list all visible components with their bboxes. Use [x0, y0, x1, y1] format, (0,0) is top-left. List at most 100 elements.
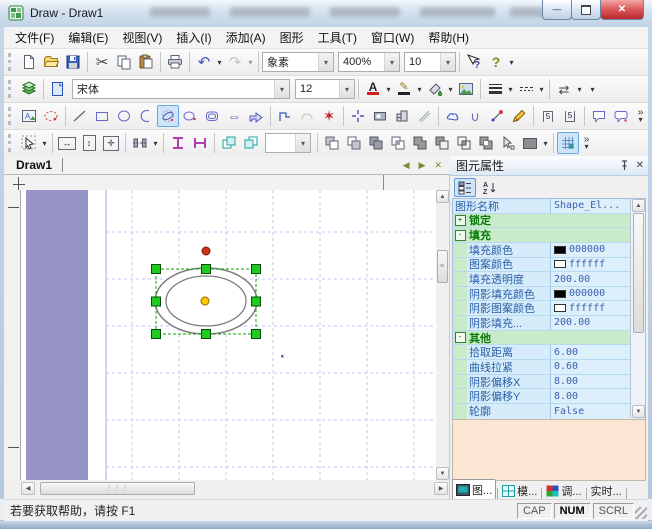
property-row-fill-color[interactable]: 填充颜色 000000: [453, 243, 645, 258]
minimize-button[interactable]: —: [542, 0, 572, 20]
same-width-button[interactable]: ↔: [56, 132, 78, 154]
cut-button[interactable]: ✂: [91, 51, 113, 73]
line-width-button[interactable]: [484, 78, 506, 100]
copy-button[interactable]: [113, 51, 135, 73]
freeform-tool-button[interactable]: [442, 105, 464, 127]
categorized-view-button[interactable]: [454, 178, 476, 197]
texture-button[interactable]: [455, 78, 477, 100]
fill-mode-dropdown[interactable]: ▾: [541, 139, 550, 148]
dimension-h-button[interactable]: 5: [537, 105, 559, 127]
category-row-lock[interactable]: + 锁定: [453, 214, 645, 229]
resize-grip[interactable]: [635, 507, 647, 519]
rounded-callout-tool-button[interactable]: [610, 105, 632, 127]
shape-combobox[interactable]: ▾: [265, 133, 311, 153]
menu-window[interactable]: 窗口(W): [364, 27, 421, 48]
redo-dropdown[interactable]: ▾: [246, 58, 255, 67]
chevron-down-icon[interactable]: ▾: [274, 80, 289, 98]
font-color-dropdown[interactable]: ▾: [384, 85, 393, 94]
category-row-other[interactable]: - 其他: [453, 331, 645, 346]
panel-close-icon[interactable]: ✕: [636, 160, 644, 171]
scroll-left-button[interactable]: ◀: [21, 482, 35, 495]
ucurve-tool-button[interactable]: ∪: [464, 105, 486, 127]
double-arrow-tool-button[interactable]: ⇔: [223, 105, 245, 127]
menu-view[interactable]: 视图(V): [115, 27, 169, 48]
gridsize-combobox[interactable]: 10 ▾: [404, 52, 456, 72]
fill-color-dropdown[interactable]: ▾: [446, 85, 455, 94]
select-tool-button[interactable]: [18, 132, 40, 154]
red-ellipse-tool-button[interactable]: [40, 105, 62, 127]
select-dropdown[interactable]: ▾: [40, 139, 49, 148]
ellipse-tool-button[interactable]: [113, 105, 135, 127]
close-tab-icon[interactable]: ✕: [434, 160, 442, 171]
layers-button[interactable]: [18, 78, 40, 100]
help-button[interactable]: ?: [485, 51, 507, 73]
expand-toggle[interactable]: -: [455, 230, 466, 241]
scroll-right-button[interactable]: ▶: [434, 482, 448, 495]
grid-scroll-down-button[interactable]: ▼: [632, 405, 645, 418]
panel-header[interactable]: 图元属性 ✕: [450, 156, 648, 176]
font-size-combobox[interactable]: 12 ▾: [295, 79, 355, 99]
undo-dropdown[interactable]: ▾: [215, 58, 224, 67]
subtract-button[interactable]: [431, 132, 453, 154]
same-height-button[interactable]: ↕: [78, 132, 100, 154]
arrow-style-dropdown[interactable]: ▾: [575, 85, 584, 94]
bent-arrow-tool-button[interactable]: [245, 105, 267, 127]
tab-model[interactable]: 模...: [499, 482, 540, 500]
menu-add[interactable]: 添加(A): [219, 27, 273, 48]
node-edit-button[interactable]: [497, 132, 519, 154]
star-tool-button[interactable]: ✶: [318, 105, 340, 127]
chevron-down-icon[interactable]: ▾: [384, 53, 399, 71]
distribute-dropdown[interactable]: ▾: [151, 139, 160, 148]
grid-toggle-button[interactable]: [557, 132, 579, 154]
property-row-shape-name[interactable]: 图形名称 Shape_El...: [453, 199, 645, 214]
toolbar-overflow[interactable]: » ▾: [636, 109, 645, 123]
scroll-up-button[interactable]: ▲: [436, 190, 449, 203]
rotation-handle[interactable]: [202, 247, 210, 255]
unit-combobox[interactable]: 象素 ▾: [262, 52, 334, 72]
property-row-shadow-fill-color[interactable]: 阴影填充颜色 000000: [453, 287, 645, 302]
drawing-canvas[interactable]: [21, 190, 436, 480]
chevron-down-icon[interactable]: ▾: [440, 53, 455, 71]
picture-tool-button[interactable]: A: [18, 105, 40, 127]
center-handle[interactable]: [201, 297, 209, 305]
chevron-down-icon[interactable]: ▾: [339, 80, 354, 98]
dash-style-button[interactable]: [515, 78, 537, 100]
property-row-shadow-fill-opacity[interactable]: 阴影填充... 200.00: [453, 316, 645, 331]
grid-scroll-thumb[interactable]: [633, 213, 644, 333]
vscroll-thumb[interactable]: ≡: [437, 250, 448, 283]
property-row-pick-distance[interactable]: 拾取距离 6.00: [453, 345, 645, 360]
filled-rect-button[interactable]: [369, 105, 391, 127]
ungroup-button[interactable]: [343, 132, 365, 154]
center-horizontal-button[interactable]: [189, 132, 211, 154]
toolbar-grip[interactable]: [8, 134, 14, 152]
expand-toggle[interactable]: +: [455, 215, 466, 226]
rotated-ellipse-tool-button[interactable]: [157, 105, 179, 127]
help-dropdown[interactable]: ▾: [507, 58, 516, 67]
document-tab[interactable]: Draw1: [4, 158, 62, 172]
page-setup-button[interactable]: [47, 78, 69, 100]
redo-button[interactable]: ↷: [224, 51, 246, 73]
next-tab-icon[interactable]: ▶: [419, 160, 426, 171]
rectangle-tool-button[interactable]: [91, 105, 113, 127]
arrow-style-button[interactable]: ⇄: [553, 78, 575, 100]
menu-help[interactable]: 帮助(H): [421, 27, 476, 48]
property-row-shadow-offset-y[interactable]: 阴影偏移Y 8.00: [453, 389, 645, 404]
toolbar-grip[interactable]: [8, 107, 14, 125]
chevron-down-icon[interactable]: ▾: [295, 134, 310, 152]
context-help-button[interactable]: ?: [463, 51, 485, 73]
hscroll-thumb[interactable]: ⋮⋮⋮: [40, 482, 195, 495]
combine-button[interactable]: [365, 132, 387, 154]
pie-tool-button[interactable]: [179, 105, 201, 127]
align-node-button[interactable]: [347, 105, 369, 127]
scroll-down-button[interactable]: ▼: [436, 467, 449, 480]
dash-style-dropdown[interactable]: ▾: [537, 85, 546, 94]
grid-scrollbar[interactable]: ▲ ▼: [630, 199, 645, 418]
zoom-combobox[interactable]: 400% ▾: [338, 52, 400, 72]
property-row-shadow-pattern-color[interactable]: 阴影图案颜色 ffffff: [453, 301, 645, 316]
center-vertical-button[interactable]: [167, 132, 189, 154]
menu-insert[interactable]: 插入(I): [169, 27, 218, 48]
same-size-button[interactable]: ✛: [100, 132, 122, 154]
undo-button[interactable]: ↶: [193, 51, 215, 73]
arc-tool-button[interactable]: [135, 105, 157, 127]
menu-shape[interactable]: 图形: [273, 27, 311, 48]
